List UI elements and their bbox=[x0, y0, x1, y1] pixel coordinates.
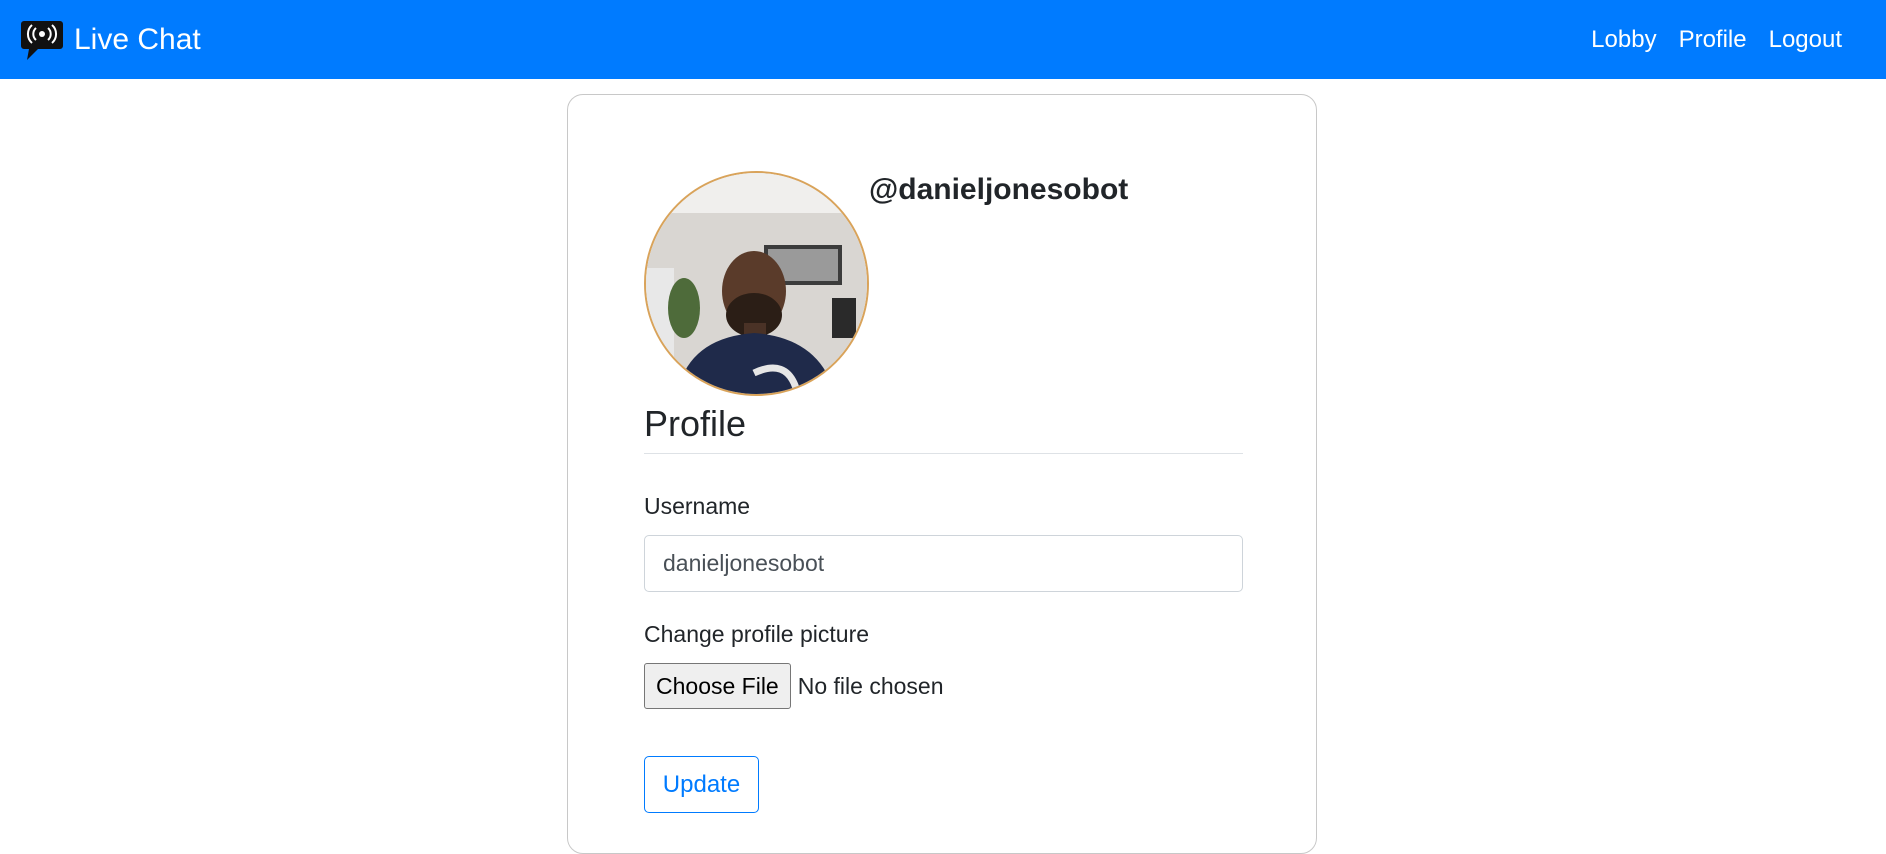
broadcast-chat-icon bbox=[20, 18, 64, 62]
brand-link[interactable]: Live Chat bbox=[20, 18, 201, 62]
nav-links: Lobby Profile Logout bbox=[1569, 26, 1842, 54]
user-avatar-photo bbox=[646, 173, 867, 394]
profile-handle: @danieljonesobot bbox=[869, 173, 1129, 206]
file-status: No file chosen bbox=[797, 672, 944, 699]
choose-file-button[interactable]: Choose File bbox=[644, 663, 791, 709]
nav-link-profile[interactable]: Profile bbox=[1679, 26, 1747, 54]
nav-link-lobby[interactable]: Lobby bbox=[1591, 26, 1656, 54]
update-button[interactable]: Update bbox=[644, 756, 759, 813]
avatar bbox=[644, 171, 869, 396]
profile-picture-label: Change profile picture bbox=[644, 621, 870, 647]
username-label: Username bbox=[644, 493, 751, 519]
brand-label: Live Chat bbox=[74, 22, 201, 56]
username-input[interactable] bbox=[644, 535, 1243, 592]
file-input: Choose File No file chosen bbox=[644, 663, 943, 709]
nav-link-logout[interactable]: Logout bbox=[1769, 26, 1842, 54]
profile-card: @danieljonesobot Profile Username Change… bbox=[567, 94, 1317, 854]
top-navbar: Live Chat Lobby Profile Logout bbox=[0, 0, 1886, 79]
section-title: Profile bbox=[644, 403, 1243, 454]
